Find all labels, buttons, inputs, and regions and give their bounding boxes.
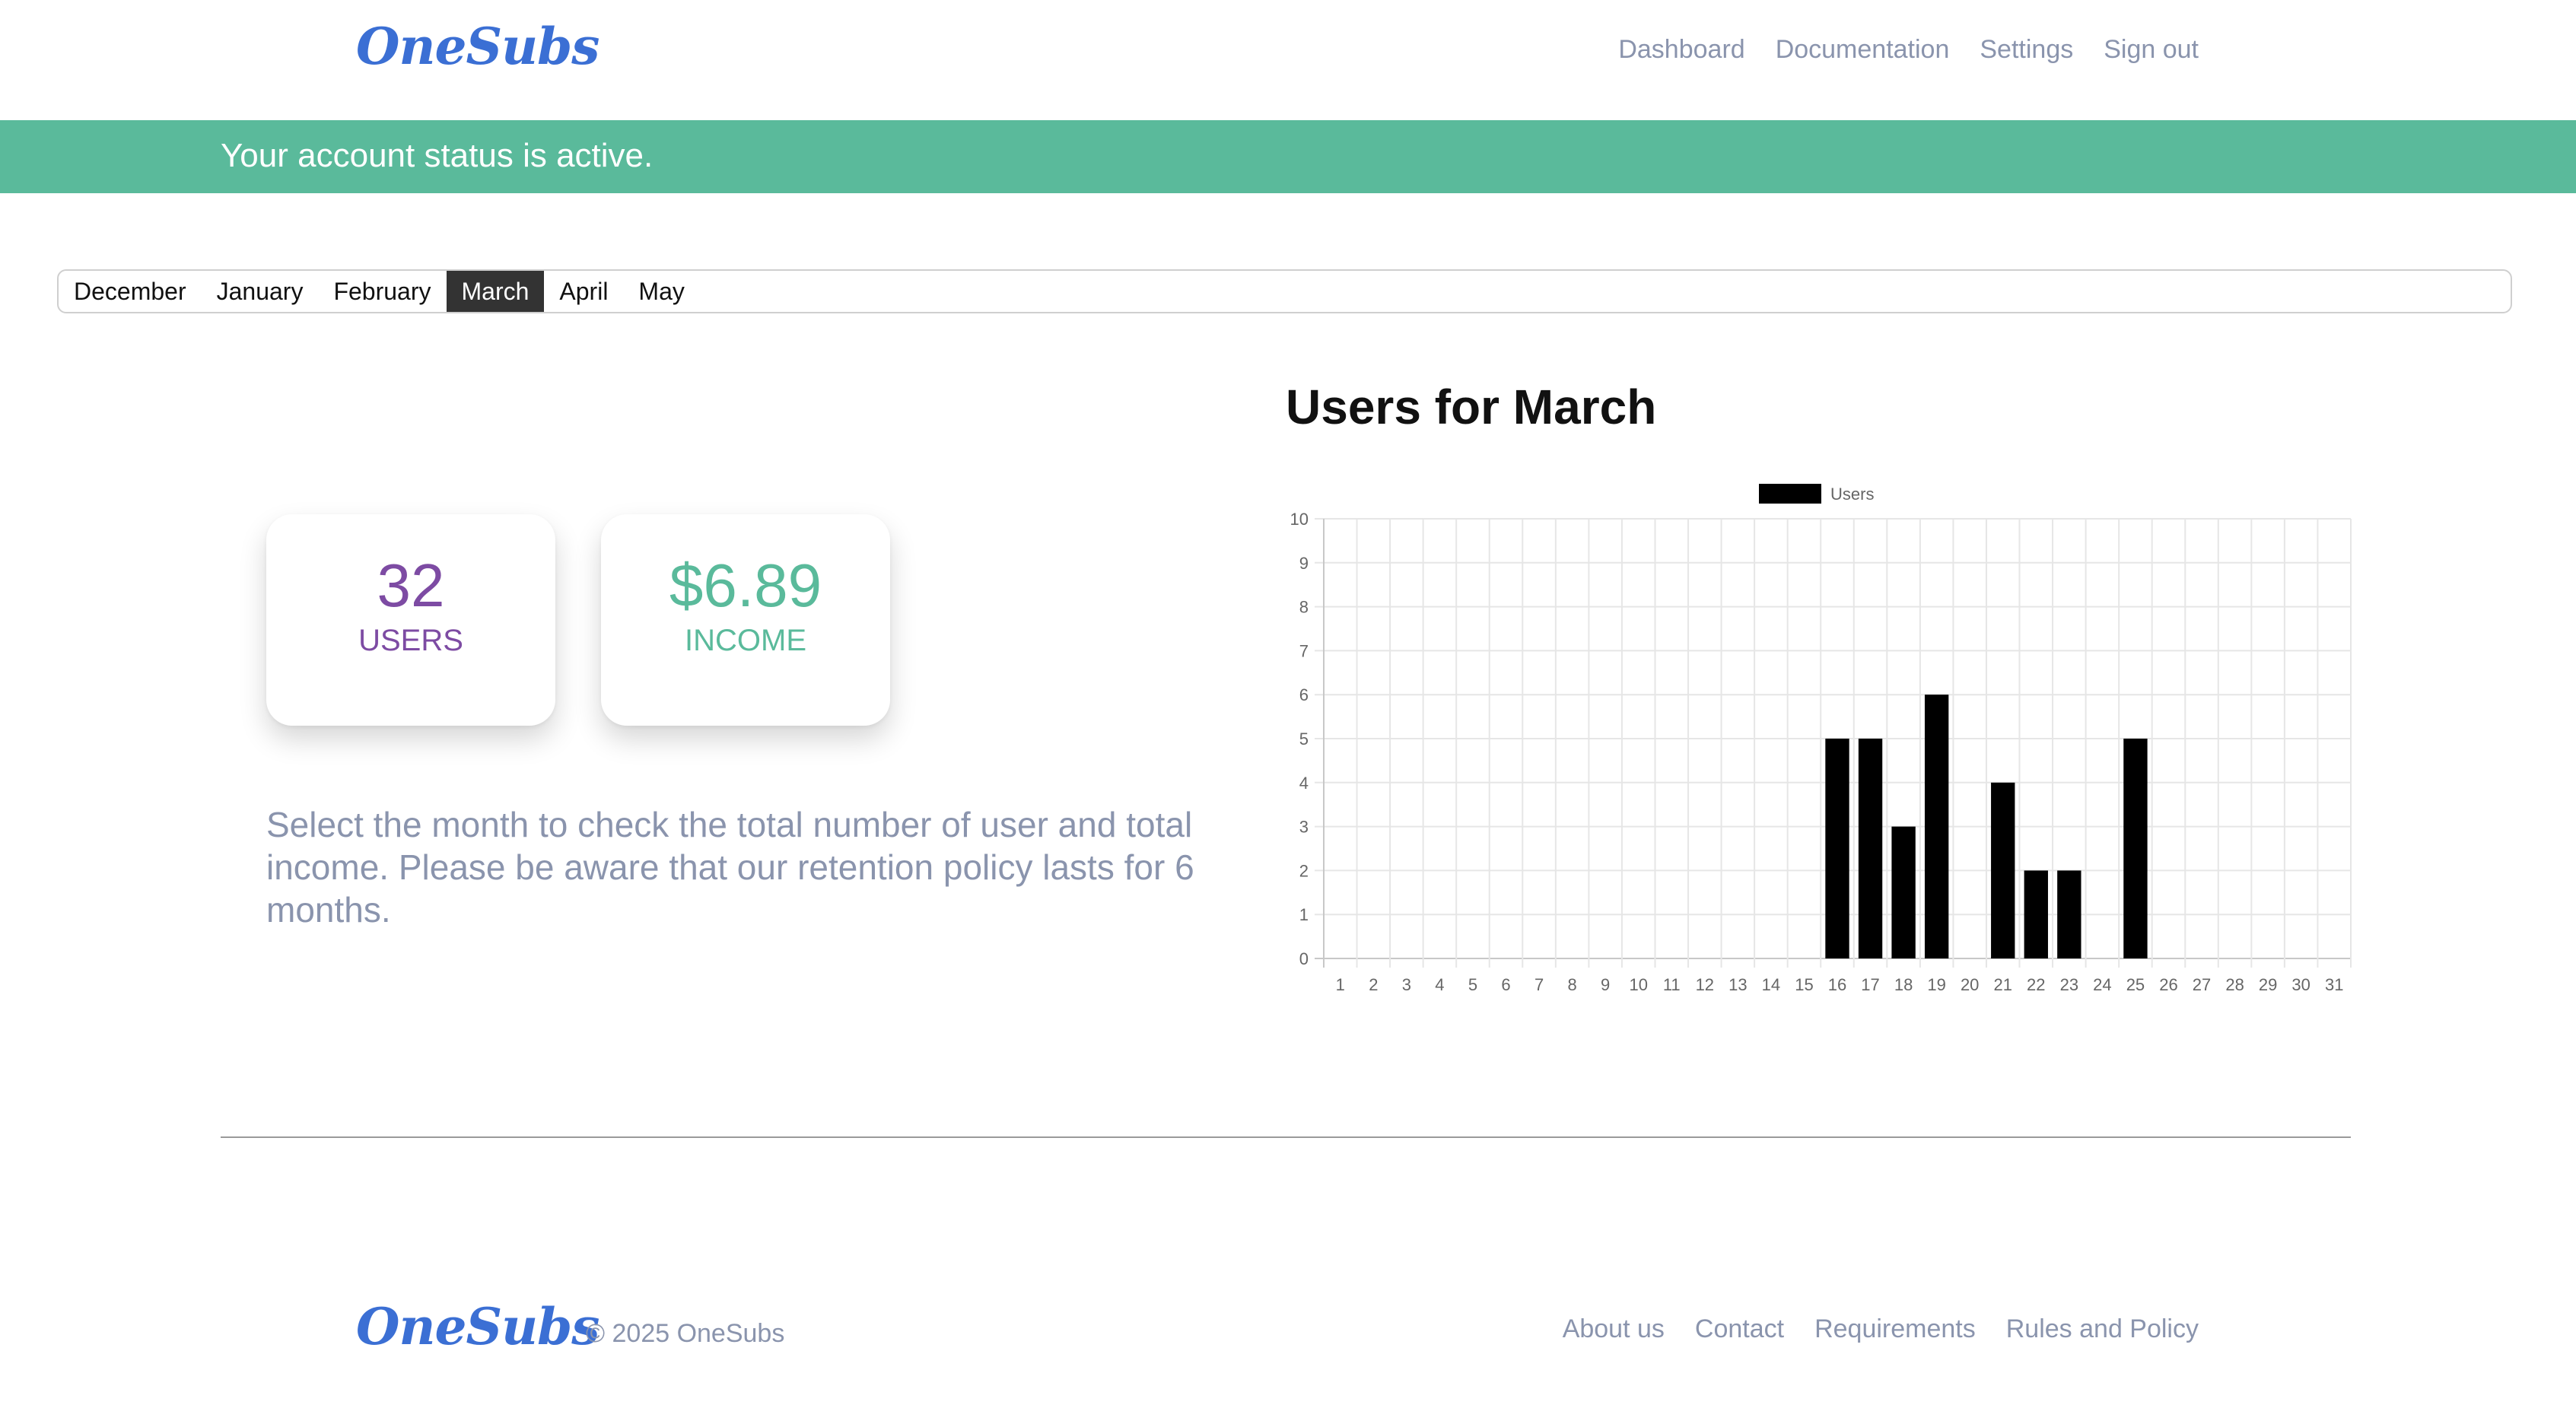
nav-settings[interactable]: Settings (1980, 35, 2073, 65)
description-text: Select the month to check the total numb… (266, 805, 1194, 930)
bar (2057, 870, 2081, 958)
x-tick-label: 8 (1567, 975, 1576, 994)
x-tick-label: 16 (1828, 975, 1846, 994)
y-tick-label: 5 (1299, 729, 1309, 749)
x-tick-label: 11 (1663, 975, 1681, 994)
status-banner: Your account status is active. (0, 120, 2576, 193)
x-tick-label: 2 (1369, 975, 1378, 994)
x-tick-label: 10 (1629, 975, 1647, 994)
month-tab-february[interactable]: February (318, 271, 446, 312)
x-tick-label: 20 (1961, 975, 1979, 994)
header: OneSubs Dashboard Documentation Settings… (0, 0, 2576, 120)
footer-logo[interactable]: OneSubs (356, 1297, 599, 1356)
x-tick-label: 22 (2027, 975, 2045, 994)
x-tick-label: 9 (1601, 975, 1610, 994)
bar (1825, 739, 1849, 958)
users-card: 32 USERS (266, 514, 555, 726)
month-tab-april[interactable]: April (544, 271, 623, 312)
x-tick-label: 21 (1993, 975, 2012, 994)
y-tick-label: 7 (1299, 641, 1309, 660)
legend-label: Users (1830, 485, 1874, 504)
nav-sign-out[interactable]: Sign out (2104, 35, 2199, 65)
footer-nav: About us Contact Requirements Rules and … (1563, 1314, 2199, 1344)
y-tick-label: 10 (1290, 510, 1309, 529)
footer-link-about[interactable]: About us (1563, 1314, 1665, 1344)
footer-link-requirements[interactable]: Requirements (1814, 1314, 1976, 1344)
x-tick-label: 4 (1435, 975, 1444, 994)
income-label: INCOME (685, 624, 806, 657)
bar (2123, 739, 2148, 958)
x-tick-label: 26 (2159, 975, 2177, 994)
x-tick-label: 3 (1402, 975, 1411, 994)
y-tick-label: 1 (1299, 905, 1309, 924)
footer-link-rules[interactable]: Rules and Policy (2006, 1314, 2199, 1344)
x-tick-label: 18 (1894, 975, 1913, 994)
users-bar-chart: 0123456789101 2 3 4 5 6 7 8 9 10 11 12 13 14 15 16 17 18 1… (1290, 484, 2352, 994)
y-tick-label: 8 (1299, 598, 1309, 617)
x-tick-label: 30 (2291, 975, 2310, 994)
x-tick-label: 28 (2225, 975, 2244, 994)
x-tick-label: 13 (1728, 975, 1747, 994)
y-tick-label: 4 (1299, 774, 1309, 793)
y-tick-label: 2 (1299, 861, 1309, 880)
month-selector: December January February March April Ma… (57, 269, 2512, 313)
income-amount: $6.89 (669, 551, 822, 619)
status-text: Your account status is active. (221, 137, 654, 174)
nav-dashboard[interactable]: Dashboard (1618, 35, 1744, 65)
top-nav: Dashboard Documentation Settings Sign ou… (1618, 35, 2199, 65)
y-tick-label: 6 (1299, 685, 1309, 704)
bar (1891, 826, 1916, 958)
x-tick-label: 6 (1501, 975, 1510, 994)
footer-divider (221, 1136, 2351, 1138)
x-tick-label: 14 (1762, 975, 1780, 994)
footer-copyright: © 2025 OneSubs (586, 1319, 785, 1348)
x-tick-label: 5 (1468, 975, 1477, 994)
y-tick-label: 9 (1299, 554, 1309, 573)
bar (2024, 870, 2048, 958)
y-tick-label: 3 (1299, 818, 1309, 837)
x-tick-label: 1 (1336, 975, 1345, 994)
month-tab-january[interactable]: January (202, 271, 319, 312)
x-tick-label: 24 (2093, 975, 2111, 994)
x-tick-label: 15 (1795, 975, 1813, 994)
x-tick-label: 17 (1861, 975, 1879, 994)
bar (1924, 695, 1949, 958)
logo[interactable]: OneSubs (356, 17, 599, 76)
month-tab-december[interactable]: December (59, 271, 202, 312)
x-tick-label: 29 (2259, 975, 2277, 994)
x-tick-label: 23 (2060, 975, 2078, 994)
legend-swatch (1759, 484, 1821, 504)
x-tick-label: 12 (1696, 975, 1714, 994)
x-tick-label: 25 (2126, 975, 2145, 994)
income-card: $6.89 INCOME (601, 514, 890, 726)
footer-link-contact[interactable]: Contact (1695, 1314, 1784, 1344)
x-tick-label: 19 (1927, 975, 1945, 994)
users-label: USERS (358, 624, 463, 657)
nav-documentation[interactable]: Documentation (1776, 35, 1950, 65)
month-tab-march[interactable]: March (446, 271, 545, 312)
y-tick-label: 0 (1299, 949, 1309, 968)
x-tick-label: 27 (2193, 975, 2211, 994)
x-tick-label: 31 (2325, 975, 2343, 994)
bar (1858, 739, 1883, 958)
chart-title: Users for March (1286, 380, 1657, 434)
bar (1991, 782, 2015, 958)
month-tab-may[interactable]: May (623, 271, 699, 312)
x-tick-label: 7 (1534, 975, 1544, 994)
users-count: 32 (377, 551, 445, 619)
